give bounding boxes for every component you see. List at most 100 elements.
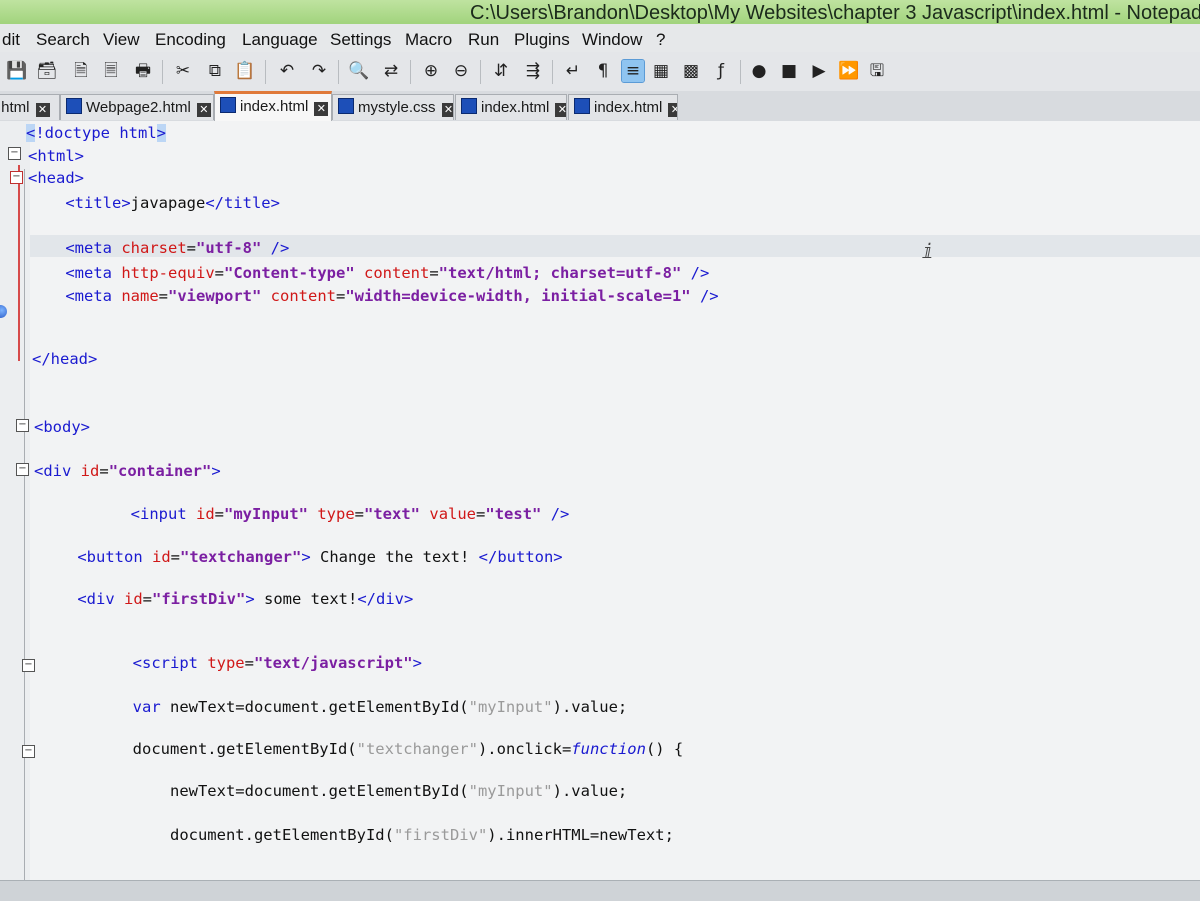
code-line: var newText=document.getElementById("myI… — [132, 698, 628, 716]
code-editor[interactable]: − − − − − − <!doctype html> <html> <head… — [0, 121, 1200, 900]
toolbar-separator — [162, 60, 163, 84]
undo-icon[interactable]: ↶ — [276, 60, 298, 82]
menu-macro[interactable]: Macro — [405, 30, 452, 50]
menu-bar: dit Search View Encoding Language Settin… — [0, 24, 1200, 54]
record-macro-icon[interactable]: ● — [748, 60, 770, 82]
file-icon — [66, 98, 82, 114]
function-list-icon[interactable]: ƒ — [710, 60, 732, 82]
close-icon[interactable]: ✕ — [196, 103, 211, 117]
code-line: <meta name="viewport" content="width=dev… — [65, 287, 719, 305]
fold-toggle-div[interactable]: − — [16, 463, 29, 476]
toolbar-separator — [338, 60, 339, 84]
menu-encoding[interactable]: Encoding — [155, 30, 226, 50]
menu-plugins[interactable]: Plugins — [514, 30, 570, 50]
toolbar-separator — [410, 60, 411, 84]
tab-webpage2[interactable]: Webpage2.html ✕ — [60, 94, 214, 120]
title-bar: C:\Users\Brandon\Desktop\My Websites\cha… — [0, 0, 1200, 26]
file-icon — [220, 97, 236, 113]
tab-index-2[interactable]: index.html ✕ — [455, 94, 567, 120]
paste-icon[interactable]: 📋 — [234, 60, 256, 82]
toolbar-separator — [480, 60, 481, 84]
code-line: <html> — [28, 147, 84, 165]
close-icon[interactable]: ✕ — [555, 103, 566, 117]
tab-label: index.html — [240, 98, 309, 115]
fold-line-head — [18, 165, 20, 361]
window-title: C:\Users\Brandon\Desktop\My Websites\cha… — [470, 2, 1200, 24]
save-icon[interactable]: 💾 — [6, 60, 28, 82]
tab-index-active[interactable]: index.html ✕ — [214, 91, 332, 121]
fold-toggle-html[interactable]: − — [8, 147, 21, 160]
code-line: <title>javapage</title> — [65, 194, 280, 212]
code-line: <!doctype html> — [26, 124, 167, 142]
cut-icon[interactable]: ✂ — [172, 60, 194, 82]
status-bar — [0, 880, 1200, 901]
code-line: <div id="firstDiv"> some text!</div> — [77, 590, 414, 608]
tab-index-3[interactable]: index.html ✕ — [568, 94, 678, 120]
sync-horizontal-icon[interactable]: ⇶ — [522, 60, 544, 82]
close-icon[interactable]: 🗎 — [70, 60, 92, 82]
tab-label: index.html — [594, 99, 663, 116]
close-icon[interactable]: ✕ — [314, 102, 329, 116]
word-wrap-icon[interactable]: ↵ — [562, 60, 584, 82]
replace-icon[interactable]: ⇄ — [380, 60, 402, 82]
tab-label: Webpage2.html — [86, 99, 191, 116]
code-line: <head> — [28, 169, 84, 187]
find-icon[interactable]: 🔍 — [348, 60, 370, 82]
code-line: document.getElementById("firstDiv").inne… — [169, 826, 674, 844]
file-icon — [461, 98, 477, 114]
zoom-in-icon[interactable]: ⊕ — [420, 60, 442, 82]
code-line: newText=document.getElementById("myInput… — [169, 782, 628, 800]
menu-language[interactable]: Language — [242, 30, 318, 50]
tab-bar: .html ✕ Webpage2.html ✕ index.html ✕ mystyl… — [0, 91, 1200, 122]
close-icon[interactable]: ✕ — [35, 103, 50, 117]
menu-settings[interactable]: Settings — [330, 30, 391, 50]
fold-toggle-function[interactable]: − — [22, 745, 35, 758]
fold-toggle-body[interactable]: − — [16, 419, 29, 432]
fold-toggle-script[interactable]: − — [22, 659, 35, 672]
code-line: <button id="textchanger"> Change the tex… — [77, 548, 563, 566]
menu-window[interactable]: Window — [582, 30, 642, 50]
play-macro-icon[interactable]: ▶ — [808, 60, 830, 82]
tab-label: mystyle.css — [358, 99, 436, 116]
run-multiple-icon[interactable]: ⏩ — [838, 60, 860, 82]
indent-guide-icon[interactable]: ≡ — [621, 59, 645, 83]
tab-label: .html — [0, 99, 30, 116]
fold-line-html — [24, 169, 25, 889]
code-line: <body> — [34, 418, 90, 436]
file-icon — [338, 98, 354, 114]
copy-icon[interactable]: ⧉ — [204, 60, 226, 82]
toolbar-separator — [265, 60, 266, 84]
toolbar-separator — [552, 60, 553, 84]
save-macro-icon[interactable]: 🖫 — [866, 60, 888, 82]
fold-toggle-head[interactable]: − — [10, 171, 23, 184]
redo-icon[interactable]: ↷ — [308, 60, 330, 82]
tab-mystyle[interactable]: mystyle.css ✕ — [332, 94, 454, 120]
doc-map-icon[interactable]: ▩ — [680, 60, 702, 82]
close-all-icon[interactable]: 🗏 — [100, 60, 122, 82]
zoom-out-icon[interactable]: ⊖ — [450, 60, 472, 82]
menu-view[interactable]: View — [103, 30, 140, 50]
code-line: <div id="container"> — [34, 462, 221, 480]
show-all-chars-icon[interactable]: ¶ — [592, 60, 614, 82]
sync-vertical-icon[interactable]: ⇵ — [490, 60, 512, 82]
menu-edit[interactable]: dit — [2, 30, 20, 50]
menu-help[interactable]: ? — [656, 30, 665, 50]
text-cursor-icon: ⅈ — [922, 239, 935, 263]
close-icon[interactable]: ✕ — [668, 103, 677, 117]
save-all-icon[interactable]: 🗃 — [36, 60, 58, 82]
toolbar-separator — [740, 60, 741, 84]
menu-search[interactable]: Search — [36, 30, 90, 50]
toolbar: 💾 🗃 🗎 🗏 🖶 ✂ ⧉ 📋 ↶ ↷ 🔍 ⇄ ⊕ ⊖ ⇵ ⇶ ↵ ¶ ≡ ▦ … — [0, 52, 1200, 92]
code-line: <script type="text/javascript"> — [132, 654, 422, 672]
close-icon[interactable]: ✕ — [441, 103, 453, 117]
tab-html[interactable]: .html ✕ — [0, 94, 60, 120]
user-lang-icon[interactable]: ▦ — [650, 60, 672, 82]
stop-record-icon[interactable]: ■ — [778, 60, 800, 82]
code-line: <input id="myInput" type="text" value="t… — [130, 505, 570, 523]
print-icon[interactable]: 🖶 — [132, 60, 154, 82]
code-line: </head> — [32, 350, 98, 368]
menu-run[interactable]: Run — [468, 30, 499, 50]
file-icon — [574, 98, 590, 114]
tab-label: index.html — [481, 99, 550, 116]
fold-margin — [0, 121, 30, 900]
